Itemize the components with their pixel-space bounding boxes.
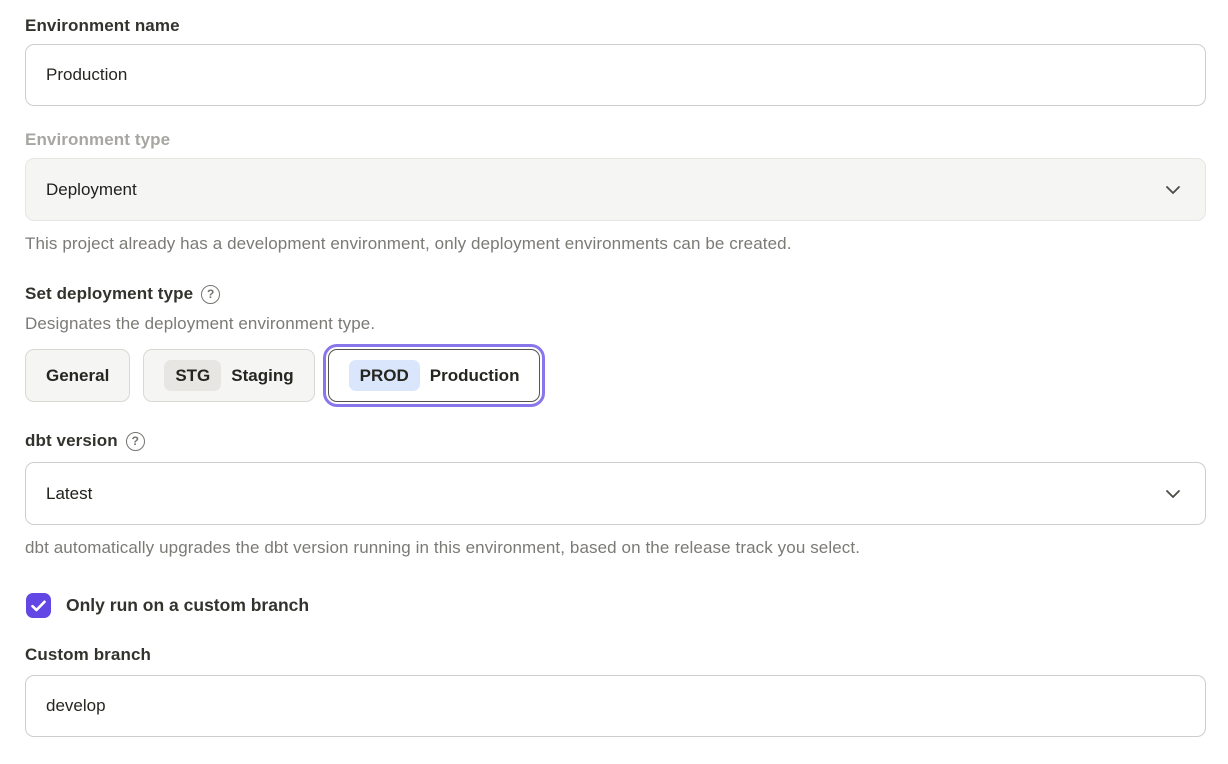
help-icon[interactable]: ? xyxy=(126,432,145,451)
dbt-version-label: dbt version xyxy=(25,431,118,451)
deployment-type-label: Set deployment type xyxy=(25,284,193,304)
environment-type-value: Deployment xyxy=(46,180,137,200)
staging-badge: STG xyxy=(164,360,221,391)
check-icon xyxy=(31,600,46,612)
environment-name-label: Environment name xyxy=(25,16,1205,36)
environment-name-input[interactable] xyxy=(25,44,1206,106)
custom-branch-checkbox-label: Only run on a custom branch xyxy=(66,595,309,616)
help-icon[interactable]: ? xyxy=(201,285,220,304)
deployment-type-production-button[interactable]: PROD Production xyxy=(328,349,541,402)
deployment-type-general-button[interactable]: General xyxy=(25,349,130,402)
deployment-type-general-label: General xyxy=(46,366,109,386)
deployment-type-production-label: Production xyxy=(430,366,520,386)
dbt-version-helper: dbt automatically upgrades the dbt versi… xyxy=(25,538,1205,558)
chevron-down-icon xyxy=(1165,489,1181,499)
environment-type-helper: This project already has a development e… xyxy=(25,234,1205,254)
dbt-version-value: Latest xyxy=(46,484,92,504)
custom-branch-input[interactable] xyxy=(25,675,1206,737)
environment-form: Environment name Environment type Deploy… xyxy=(0,0,1228,737)
deployment-type-staging-label: Staging xyxy=(231,366,293,386)
production-badge: PROD xyxy=(349,360,420,391)
deployment-type-staging-button[interactable]: STG Staging xyxy=(143,349,314,402)
environment-type-label: Environment type xyxy=(25,130,1205,150)
chevron-down-icon xyxy=(1165,185,1181,195)
environment-type-select: Deployment xyxy=(25,158,1206,221)
deployment-type-helper: Designates the deployment environment ty… xyxy=(25,314,1205,334)
dbt-version-select[interactable]: Latest xyxy=(25,462,1206,525)
custom-branch-label: Custom branch xyxy=(25,645,1205,665)
custom-branch-checkbox[interactable] xyxy=(26,593,51,618)
deployment-type-options: General STG Staging PROD Production xyxy=(25,349,1205,402)
